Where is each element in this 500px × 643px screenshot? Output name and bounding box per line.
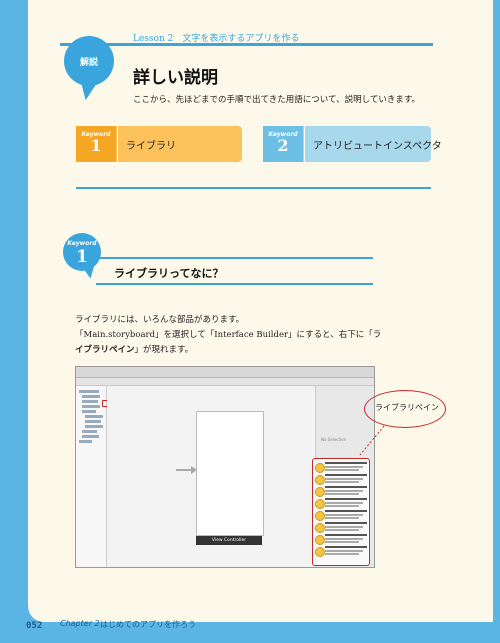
keyword-number-box: Keyword 1 (76, 126, 116, 162)
library-item (315, 498, 367, 509)
keyword-number: 2 (277, 136, 289, 155)
intro-text: ここから、先ほどまでの手順で出てきた用語について、説明していきます。 (133, 95, 420, 105)
footer-chapter: Chapter 2 (60, 619, 100, 628)
page-number: 052 (26, 621, 43, 631)
glkit-view-controller-icon (315, 547, 325, 557)
section-title: ライブラリってなに？ (114, 267, 224, 280)
xcode-screenshot: View Controller No Selection (75, 366, 375, 568)
library-item (315, 534, 367, 545)
keyword-label: アトリビュートインスペクタ (313, 141, 442, 152)
page-view-controller-icon (315, 535, 325, 545)
keyword-card-1: Keyword 1 ライブラリ (76, 126, 242, 162)
body-line-1: ライブラリには、いろんな部品があります。 (75, 315, 245, 325)
callout-label: ライブラリペイン (375, 403, 439, 412)
library-item (315, 474, 367, 485)
collection-view-controller-icon (315, 487, 325, 497)
library-item (315, 546, 367, 557)
project-navigator (76, 386, 107, 567)
keyword-label-area: ライブラリ (117, 126, 243, 162)
page-title: 詳しい説明 (133, 68, 218, 88)
body-line-2: 「Main.storyboard」を選択して「Interface Builder… (75, 330, 382, 340)
footer-chapter-title: はじめてのアプリを作ろう (100, 620, 196, 629)
library-item (315, 486, 367, 497)
body-line-3: イブラリペイン」が現れます。 (75, 343, 193, 355)
library-pane-term: イブラリペイン (75, 345, 135, 355)
xcode-jump-bar (76, 378, 374, 386)
keyword-number: 1 (90, 136, 102, 155)
navigation-controller-icon (315, 499, 325, 509)
lesson-heading: Lesson 2 文字を表示するアプリを作る (133, 34, 300, 44)
xcode-toolbar (76, 367, 374, 378)
navigator-row (79, 390, 99, 393)
navigator-row (85, 420, 101, 423)
navigator-row (85, 425, 103, 428)
explanation-badge-label: 解説 (79, 58, 98, 68)
library-item (315, 522, 367, 533)
navigator-row (82, 435, 99, 438)
navigator-row (85, 415, 103, 418)
library-item (315, 462, 367, 473)
section-keyword-tag: Keyword (67, 240, 97, 247)
navigator-row (82, 430, 97, 433)
navigator-row (79, 440, 92, 443)
no-selection-text: No Selection (321, 437, 347, 442)
section-divider (76, 187, 431, 189)
view-controller-label: View Controller (196, 536, 262, 545)
keyword-label: ライブラリ (126, 141, 176, 152)
table-view-controller-icon (315, 475, 325, 485)
navigator-row (82, 405, 100, 408)
section-rule-bottom (96, 283, 373, 285)
keyword-card-2: Keyword 2 アトリビュートインスペクタ (263, 126, 442, 162)
navigator-row (82, 410, 96, 413)
view-controller-icon (315, 463, 325, 473)
navigator-row (82, 395, 100, 398)
section-rule-top (96, 257, 373, 259)
entry-arrow (176, 469, 192, 471)
keyword-label-area: アトリビュートインスペクタ (304, 126, 442, 162)
body-line-3-rest: 」が現れます。 (134, 345, 194, 355)
view-controller-scene (196, 411, 264, 536)
library-item (315, 510, 367, 521)
navigator-row (82, 400, 98, 403)
keyword-number-box: Keyword 2 (263, 126, 303, 162)
split-view-controller-icon (315, 523, 325, 533)
tab-bar-controller-icon (315, 511, 325, 521)
library-pane (312, 458, 370, 566)
